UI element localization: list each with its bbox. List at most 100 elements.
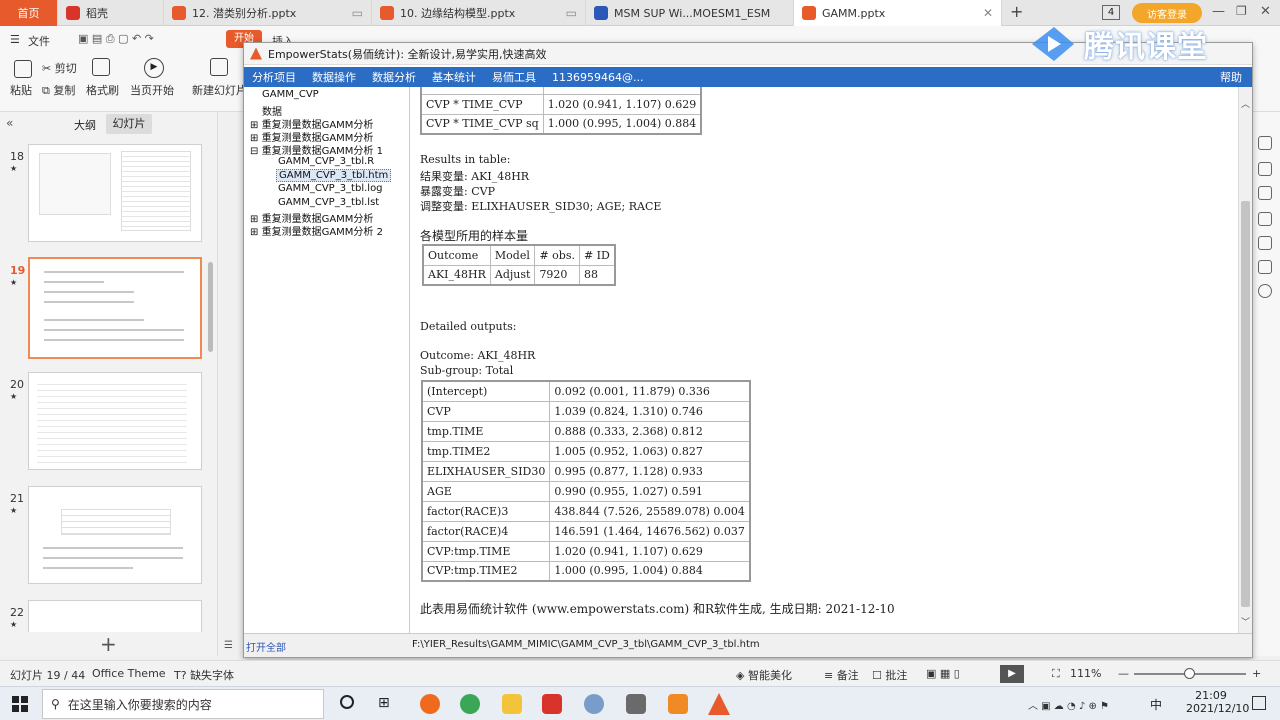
tab-gamm[interactable]: GAMM.pptx ✕ bbox=[794, 0, 1002, 26]
hamburger-icon[interactable]: ☰ bbox=[10, 33, 20, 46]
tab-word-msm[interactable]: MSM SUP Wi...MOESM1_ESM bbox=[586, 0, 794, 26]
slide-thumbnail[interactable] bbox=[28, 600, 202, 632]
tab-label: 12. 潜类别分析.pptx bbox=[192, 7, 297, 20]
ime-indicator[interactable]: 中 bbox=[1150, 696, 1162, 713]
tab-count-badge[interactable]: 4 bbox=[1102, 5, 1120, 20]
from-current-button[interactable]: 当页开始 bbox=[130, 82, 174, 98]
table-cell: 0.888 (0.333, 2.368) 0.812 bbox=[549, 420, 751, 442]
new-slide-button[interactable]: 新建幻灯片 bbox=[192, 82, 247, 98]
table-cell: factor(RACE)4 bbox=[421, 520, 551, 542]
window-close-icon[interactable]: ✕ bbox=[1260, 4, 1271, 19]
tool-icon[interactable] bbox=[1258, 186, 1272, 200]
firefox-icon[interactable] bbox=[420, 694, 440, 714]
zoom-in-icon[interactable]: + bbox=[1252, 667, 1261, 680]
tab-pptx-12[interactable]: 12. 潜类别分析.pptx ▭ bbox=[164, 0, 372, 26]
tab-outline[interactable]: 大纲 bbox=[74, 117, 96, 133]
copy-button[interactable]: ⧉ 复制 bbox=[42, 82, 75, 98]
menu-item-basic-stats[interactable]: 基本统计 bbox=[424, 69, 484, 85]
file-menu[interactable]: 文件 bbox=[28, 33, 50, 49]
notification-icon[interactable] bbox=[1252, 696, 1266, 710]
app-icon[interactable] bbox=[668, 694, 688, 714]
tool-icon[interactable] bbox=[1258, 212, 1272, 226]
thumb-text-line bbox=[44, 271, 184, 273]
empowerstats-taskbar-icon[interactable] bbox=[708, 693, 730, 715]
tab-slides[interactable]: 幻灯片 bbox=[106, 114, 152, 134]
hamburger-icon[interactable]: ☰ bbox=[224, 640, 233, 651]
slide-thumbnail[interactable] bbox=[28, 144, 202, 242]
tree-node[interactable]: ⊞ 重复测量数据GAMM分析 2 bbox=[250, 223, 383, 238]
tray-icons[interactable]: ︿ ▣ ☁ ◔ ♪ ⊕ ⚑ bbox=[1028, 697, 1109, 712]
cut-button[interactable]: ✂ 剪切 bbox=[42, 60, 77, 76]
guest-login-button[interactable]: 访客登录 bbox=[1132, 3, 1202, 23]
collapse-icon[interactable]: ⊟ bbox=[250, 146, 258, 157]
zoom-out-icon[interactable]: — bbox=[1118, 667, 1129, 680]
play-icon[interactable]: ▶ bbox=[144, 58, 164, 78]
new-tab-icon[interactable]: + bbox=[1010, 2, 1023, 21]
chrome-icon[interactable] bbox=[460, 694, 480, 714]
tool-icon[interactable] bbox=[1258, 136, 1272, 150]
task-view-icon[interactable]: ⊞ bbox=[378, 695, 390, 711]
menu-item-account[interactable]: 1136959464@... bbox=[544, 71, 651, 84]
view-mode-icons[interactable]: ▣ ▦ ▯ bbox=[926, 667, 960, 680]
add-slide-button[interactable]: + bbox=[100, 632, 117, 656]
expand-icon[interactable]: ⊞ bbox=[250, 227, 258, 238]
minimize-icon[interactable]: — bbox=[1212, 4, 1225, 19]
maximize-icon[interactable]: ❐ bbox=[1236, 4, 1247, 18]
slide-thumbnail[interactable] bbox=[28, 486, 202, 584]
slideshow-play-icon[interactable]: ▶ bbox=[1000, 665, 1024, 683]
tree-node-file[interactable]: GAMM_CVP_3_tbl.log bbox=[278, 183, 383, 194]
close-icon[interactable]: ✕ bbox=[977, 6, 993, 20]
panel-scrollbar[interactable] bbox=[208, 262, 213, 352]
notes-button[interactable]: ≡ 备注 bbox=[824, 667, 859, 683]
en-app-icon[interactable] bbox=[626, 694, 646, 714]
format-painter-label[interactable]: 格式刷 bbox=[86, 82, 119, 98]
missing-font-button[interactable]: T? 缺失字体 bbox=[174, 667, 234, 683]
slide-thumbnail-selected[interactable] bbox=[28, 257, 202, 359]
paste-icon[interactable] bbox=[14, 60, 32, 78]
collapse-panel-icon[interactable]: « bbox=[6, 116, 13, 130]
tool-icon[interactable] bbox=[1258, 284, 1272, 298]
tool-icon[interactable] bbox=[1258, 236, 1272, 250]
tree-node[interactable]: ⊟ 重复测量数据GAMM分析 1 bbox=[250, 142, 383, 157]
table-cell: AGE bbox=[421, 480, 551, 502]
menu-item-help[interactable]: 帮助 bbox=[1212, 69, 1252, 85]
tree-node-file[interactable]: GAMM_CVP_3_tbl.lst bbox=[278, 197, 379, 208]
table-row: CVP:tmp.TIME 1.020 (0.941, 1.107) 0.629 bbox=[421, 540, 751, 562]
tree-node-file[interactable]: GAMM_CVP_3_tbl.R bbox=[278, 156, 374, 167]
clock[interactable]: 21:09 2021/12/10 bbox=[1186, 689, 1249, 715]
output-scrollbar[interactable]: ︿ ﹀ bbox=[1238, 87, 1252, 633]
paste-label[interactable]: 粘贴 bbox=[10, 82, 32, 98]
zoom-slider-handle[interactable] bbox=[1184, 668, 1195, 679]
tab-home[interactable]: 首页 bbox=[0, 0, 58, 26]
taskbar-search[interactable]: ⚲ 在这里输入你要搜索的内容 bbox=[42, 689, 324, 719]
format-painter-icon[interactable] bbox=[92, 58, 110, 76]
output-viewer: CVP * TIME_CVP 1.020 (0.941, 1.107) 0.629… bbox=[412, 87, 1238, 633]
comment-button[interactable]: ☐ 批注 bbox=[872, 667, 907, 683]
scroll-thumb[interactable] bbox=[1241, 201, 1250, 607]
cortana-icon[interactable] bbox=[340, 695, 354, 709]
quick-access-icons[interactable]: ▣ ▤ ⎙ ▢ ↶ ↷ bbox=[78, 32, 154, 46]
beautify-button[interactable]: ◈ 智能美化 bbox=[736, 667, 792, 683]
fit-icon[interactable]: ⛶ bbox=[1052, 667, 1060, 681]
tool-icon[interactable] bbox=[1258, 162, 1272, 176]
tool-icon[interactable] bbox=[1258, 260, 1272, 274]
new-slide-icon[interactable] bbox=[210, 58, 228, 76]
tab-daoke[interactable]: 稻壳 bbox=[58, 0, 164, 26]
zoom-level[interactable]: 111% bbox=[1070, 667, 1101, 680]
slide-thumbnail[interactable] bbox=[28, 372, 202, 470]
tree-node-file-selected[interactable]: GAMM_CVP_3_tbl.htm bbox=[276, 169, 392, 182]
open-all-button[interactable]: 打开全部 bbox=[246, 639, 286, 654]
scroll-up-icon[interactable]: ︿ bbox=[1241, 97, 1250, 110]
tree-node[interactable]: GAMM_CVP bbox=[262, 89, 319, 100]
thumb-text-line bbox=[44, 339, 184, 341]
menu-item-tools[interactable]: 易侕工具 bbox=[484, 69, 544, 85]
menu-item-projects[interactable]: 分析项目 bbox=[244, 69, 304, 85]
wps-icon[interactable] bbox=[542, 694, 562, 714]
scroll-down-icon[interactable]: ﹀ bbox=[1241, 615, 1250, 628]
menu-item-data-ops[interactable]: 数据操作 bbox=[304, 69, 364, 85]
r-icon[interactable] bbox=[584, 694, 604, 714]
file-explorer-icon[interactable] bbox=[502, 694, 522, 714]
menu-item-analysis[interactable]: 数据分析 bbox=[364, 69, 424, 85]
tab-pptx-10[interactable]: 10. 边缘结构模型.pptx ▭ bbox=[372, 0, 586, 26]
windows-start-icon[interactable] bbox=[12, 696, 28, 712]
